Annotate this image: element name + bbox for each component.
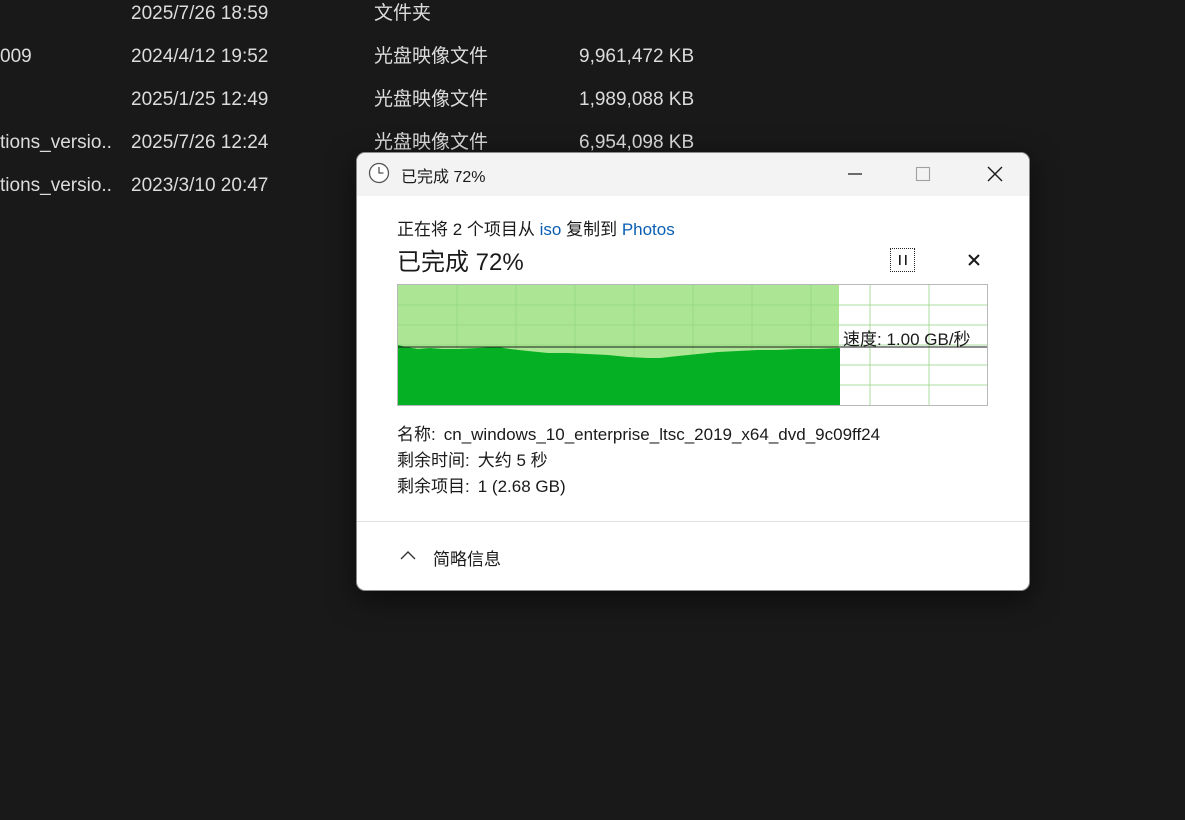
detail-items-row: 剩余项目: 1 (2.68 GB) <box>397 474 880 500</box>
file-type: 光盘映像文件 <box>374 46 489 67</box>
speed-label: 速度: 1.00 GB/秒 <box>843 330 971 349</box>
window-title: 已完成 72% <box>401 169 486 186</box>
file-type: 文件夹 <box>374 3 432 24</box>
file-row[interactable]: 2025/7/26 18:59 文件夹 <box>0 0 760 43</box>
fewer-details-label: 简略信息 <box>433 550 501 569</box>
desc-middle: 复制到 <box>561 220 622 239</box>
title-bar[interactable]: 已完成 72% <box>357 153 1029 196</box>
pause-icon <box>899 255 907 265</box>
chevron-up-icon <box>400 551 416 560</box>
file-size: 1,989,088 KB <box>579 89 695 110</box>
close-button[interactable] <box>961 153 1029 196</box>
file-size: 9,961,472 KB <box>579 46 695 67</box>
clock-icon <box>368 162 390 184</box>
copy-progress-dialog: 已完成 72% 正在将 2 个项目从 iso 复制到 Photos 已完成 72… <box>356 152 1030 591</box>
detail-time-key: 剩余时间: <box>397 451 470 470</box>
maximize-button <box>889 153 957 196</box>
detail-time-value: 大约 5 秒 <box>477 451 548 470</box>
detail-items-value: 1 (2.68 GB) <box>477 477 566 496</box>
close-icon <box>987 166 1003 182</box>
file-date: 2024/4/12 19:52 <box>131 46 269 67</box>
file-name: tions_versio... <box>0 175 112 196</box>
desc-prefix: 正在将 2 个项目从 <box>397 220 540 239</box>
minimize-button[interactable] <box>821 153 889 196</box>
file-row[interactable]: 009 2024/4/12 19:52 光盘映像文件 9,961,472 KB <box>0 43 760 86</box>
copy-description: 正在将 2 个项目从 iso 复制到 Photos <box>397 215 675 240</box>
pause-button[interactable] <box>890 248 915 272</box>
destination-folder-link[interactable]: Photos <box>622 220 675 239</box>
detail-items-key: 剩余项目: <box>397 477 470 496</box>
progress-heading: 已完成 72% <box>397 249 524 276</box>
file-name: tions_versio... <box>0 132 112 153</box>
transfer-details: 名称: cn_windows_10_enterprise_ltsc_2019_x6… <box>397 422 880 500</box>
detail-name-row: 名称: cn_windows_10_enterprise_ltsc_2019_x6… <box>397 422 880 448</box>
detail-name-value: cn_windows_10_enterprise_ltsc_2019_x64_d… <box>443 425 881 444</box>
speed-graph: 速度: 1.00 GB/秒 <box>397 284 988 406</box>
detail-time-row: 剩余时间: 大约 5 秒 <box>397 448 880 474</box>
file-date: 2025/7/26 18:59 <box>131 3 269 24</box>
file-name: 009 <box>0 46 32 67</box>
file-type: 光盘映像文件 <box>374 89 489 110</box>
file-date: 2025/7/26 12:24 <box>131 132 269 153</box>
maximize-icon <box>915 166 931 182</box>
minimize-icon <box>848 173 862 175</box>
file-row[interactable]: 2025/1/25 12:49 光盘映像文件 1,989,088 KB <box>0 86 760 129</box>
cancel-button[interactable] <box>965 251 983 269</box>
detail-name-key: 名称: <box>397 425 436 444</box>
divider <box>357 521 1029 522</box>
cancel-icon <box>968 254 980 266</box>
file-date: 2025/1/25 12:49 <box>131 89 269 110</box>
source-folder-link[interactable]: iso <box>540 220 562 239</box>
file-date: 2023/3/10 20:47 <box>131 175 269 196</box>
